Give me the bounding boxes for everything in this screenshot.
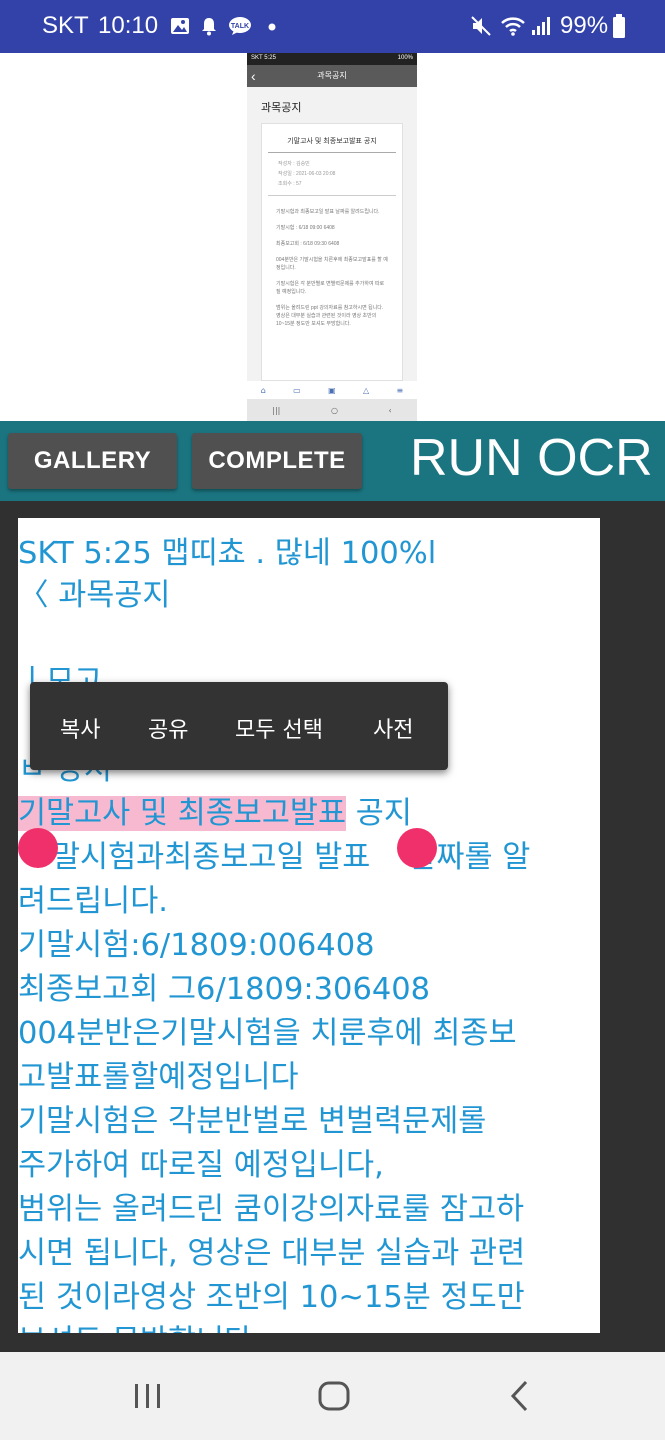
preview-body-line: 범위는 올려드린 ppt 강의자료를 참고하시면 됩니다. 영상은 대부분 실습… [276,305,384,327]
status-bar: SKT 10:10 TALK 99% [0,0,665,53]
preview-back-icon: ‹ [251,68,256,84]
ocr-line-part: 말시험과최종보고일 발표 [52,840,371,875]
preview-page-title: 과목공지 [261,102,302,114]
ocr-line: 기말시험:6/1809:006408 [18,928,375,963]
ocr-line-selected: 기말고사 및 최종보고발표 공지 [18,788,412,832]
preview-recent-icon: ||| [272,405,281,415]
preview-header: ‹ 과목공지 [247,65,417,87]
preview-body-line: 004분반은 기말시험을 치른후에 최종보고발표를 할 예정입니다. [276,257,388,271]
preview-home-tab-icon: ⌂ [260,385,266,395]
preview-battery-text: 100% [397,55,413,61]
ocr-result-text[interactable]: SKT 5:25 맵띠쵸 . 많네 100%l 〈 과목공지 ㅣ모고 ㅂ 당서 … [18,518,600,1333]
preview-tab-bar: ⌂ ▭ ▣ △ ≡ [247,381,417,399]
preview-doc-tab-icon: ▣ [328,385,336,395]
battery-icon [613,14,625,38]
ocr-line: 주가하여 따로질 예정입니다, [18,1148,384,1183]
complete-button[interactable]: COMPLETE [192,433,362,489]
preview-card-title: 기말고사 및 최종보고발표 공지 [268,124,396,153]
ocr-line: 시면 됩니다, 영상은 대부분 실습과 관련 [18,1236,526,1271]
preview-body-line: 기말시험과 최종보고일 발표 날짜를 알려드립니다. [276,209,380,215]
signal-icon [532,17,550,35]
talk-label: TALK [231,23,249,30]
preview-back-nav-icon: ‹ [388,405,392,415]
image-preview: SKT 5:25 100% ‹ 과목공지 과목공지 기말고사 및 최종보고발표 … [0,53,665,421]
preview-status-bar: SKT 5:25 100% [247,53,417,65]
preview-board-tab-icon: ▭ [293,385,301,395]
copy-menu-item[interactable]: 복사 [60,712,100,744]
preview-notice-card: 기말고사 및 최종보고발표 공지 작성자 : 김승민 작성일 : 2021-06… [261,123,403,381]
carrier-label: SKT [42,12,89,39]
ocr-line-tail: 공지 [355,796,412,831]
dictionary-menu-item[interactable]: 사전 [373,712,413,744]
share-menu-item[interactable]: 공유 [148,712,188,744]
ocr-line: 범위는 올려드린 쿰이강의자료룰 잠고하 [18,1192,525,1227]
selection-start-handle[interactable] [18,828,58,868]
recent-apps-icon[interactable] [132,1378,164,1414]
talk-icon: TALK [229,17,251,35]
preview-menu-tab-icon: ≡ [396,385,404,395]
preview-bell-tab-icon: △ [363,385,370,395]
preview-card-meta: 작성자 : 김승민 작성일 : 2021-06-03 20:08 조회수 : 5… [268,153,396,196]
back-icon[interactable] [506,1378,534,1414]
gallery-icon [171,18,189,34]
preview-nav-bar: ||| ○ ‹ [247,399,417,421]
preview-meta-views: 조회수 : 57 [278,181,302,187]
selection-end-handle[interactable] [397,828,437,868]
ocr-line: SKT 5:25 맵띠쵸 . 많네 100%l [18,536,437,571]
mute-icon [471,16,491,36]
ocr-line: 말시험과최종보고일 발표 날짜롤 알 [52,832,530,876]
preview-status-text: SKT 5:25 [251,55,276,61]
preview-body-line: 최종보고회 : 6/18 09:30 6408 [276,241,340,247]
notification-bell-icon [202,18,216,36]
dot-icon [268,23,276,31]
system-nav-bar [0,1352,665,1440]
ocr-line: 려드립니다. [18,884,168,919]
preview-home-icon: ○ [330,405,338,415]
run-ocr-button[interactable]: RUN OCR [410,428,653,488]
battery-percent: 99% [560,12,609,39]
text-selection-menu: 복사 공유 모두 선택 사전 [30,682,448,770]
ocr-line: 〈 과목공지 [18,578,171,613]
wifi-icon [501,17,525,36]
preview-meta-author: 작성자 : 김승민 [278,161,310,167]
ocr-line: 기말시험은 각분반벌로 변벌력문제롤 [18,1104,487,1139]
select-all-menu-item[interactable]: 모두 선택 [235,712,323,744]
selected-text[interactable]: 기말고사 및 최종보고발표 [18,796,347,831]
preview-body-line: 기말시험은 각 분반별로 변별력문제를 추가하여 따로질 예정입니다. [276,281,385,295]
preview-body-line: 기말시험 : 6/18 09:00 6408 [276,225,335,231]
preview-card-body: 기말시험과 최종보고일 발표 날짜를 알려드립니다. 기말시험 : 6/18 0… [262,196,402,348]
ocr-line: 된 것이라영상 조반의 10~15분 정도만 [18,1280,525,1315]
preview-header-title: 과목공지 [317,71,347,80]
gallery-button[interactable]: GALLERY [8,433,177,489]
home-icon[interactable] [316,1378,352,1414]
ocr-line: 최종보고회 그6/1809:306408 [18,972,431,1007]
ocr-line: 고발표롤할예정입니다 [18,1060,299,1095]
clock: 10:10 [98,12,159,39]
preview-meta-date: 작성일 : 2021-06-03 20:08 [278,171,336,177]
captured-screenshot: SKT 5:25 100% ‹ 과목공지 과목공지 기말고사 및 최종보고발표 … [247,53,417,421]
ocr-line: 004분반은기말시험을 치룬후에 최종보 [18,1016,517,1051]
ocr-line: 보셔도 무방합니다 [18,1316,252,1333]
